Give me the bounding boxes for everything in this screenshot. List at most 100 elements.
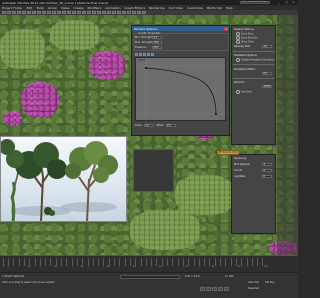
render-icon[interactable] [142,11,146,14]
reset-curve-icon[interactable] [151,53,154,56]
persistent-offset-field[interactable]: 0.0 [262,72,272,75]
scale-icon[interactable] [57,11,61,14]
go-to-end-icon[interactable] [224,287,229,291]
menu-item[interactable]: Help [226,6,233,10]
layers-icon[interactable] [107,11,111,14]
rotate-icon[interactable] [52,11,56,14]
distance-field[interactable]: 60.0 [152,46,162,49]
dialog-close-button[interactable]: × [224,26,228,31]
render-frame-icon[interactable] [137,11,141,14]
menu-item[interactable]: Rendering [149,6,164,10]
menu-item[interactable]: Modifiers [88,6,102,10]
timeline-label: 10 [27,266,31,268]
maximize-button[interactable]: □ [284,0,289,4]
scale-label: Scale: [135,123,142,127]
menu-item[interactable]: Graph Editors [125,6,146,10]
menu-item[interactable]: Animation [105,6,120,10]
move-point-icon[interactable] [135,53,138,56]
unlink-icon[interactable] [17,11,21,14]
undo-icon[interactable] [2,11,6,14]
minimize-button[interactable]: _ [277,0,282,4]
render-setup-icon[interactable] [132,11,136,14]
spawning-title: Spawning [234,157,247,160]
named-sets-icon[interactable] [92,11,96,14]
align-icon[interactable] [102,11,106,14]
divider [233,51,275,52]
material-editor-icon[interactable] [127,11,131,14]
menu-item[interactable]: Create [74,6,84,10]
pivot-icon[interactable] [67,11,71,14]
menu-item[interactable]: Project Folder [2,6,23,10]
select-icon[interactable] [27,11,31,14]
count-field[interactable]: 1 [262,169,272,172]
min-strength-label: Min. Strength: [135,36,153,39]
persistent-options-title: Persistent Options [234,54,257,57]
schematic-icon[interactable] [122,11,126,14]
dialog-title: Particle Options [132,26,229,31]
menu-item[interactable]: Customize [187,6,203,10]
menu-item[interactable]: Views [61,6,70,10]
rect-select-icon[interactable] [37,11,41,14]
falloff-curve-graph[interactable]: Falloff [135,57,227,122]
timeline-label: 60 [159,266,162,268]
foliage-clump [175,175,235,215]
auto-key-button[interactable]: Auto Key [248,281,259,284]
scale-point-icon[interactable] [139,53,142,56]
prev-frame-icon[interactable] [206,287,211,291]
offset-field[interactable]: 0.0 [165,123,176,127]
timeline[interactable]: 0 10 20 30 40 50 60 70 80 90 100 [0,255,298,272]
delete-point-icon[interactable] [147,53,150,56]
go-to-start-icon[interactable] [200,287,205,291]
max-strength-field[interactable]: 10.0 [152,41,162,44]
curve-editor-icon[interactable] [117,11,121,14]
insert-point-icon[interactable] [143,53,146,56]
timeline-label: 90 [237,266,241,268]
play-icon[interactable] [212,287,217,291]
close-button[interactable]: × [291,0,296,4]
mirror-icon[interactable] [97,11,101,14]
spacing-field[interactable]: 1.0 [262,45,272,48]
menu-item[interactable]: MAXScript [207,6,222,10]
viewport-object-label[interactable]: PF Source 001 [217,150,239,155]
foliage-clump [130,210,200,250]
render-frame-window[interactable] [0,136,127,222]
snap-icon[interactable] [72,11,76,14]
search-input[interactable]: Type a keyword or phrase [240,1,270,4]
select-by-name-icon[interactable] [32,11,36,14]
scale-field[interactable]: 1.0 [143,123,154,127]
disable-persistent-option[interactable]: Disable Persistent Simulation [236,58,275,62]
use-seed-option[interactable]: Use Seed [236,90,252,94]
ref-coord-icon[interactable] [62,11,66,14]
window-crossing-icon[interactable] [42,11,46,14]
key-filter-dropdown[interactable]: Selected [248,287,259,290]
set-key-button[interactable]: Set Key [265,281,274,284]
menu-item[interactable]: Group [48,6,57,10]
graphite-icon[interactable] [112,11,116,14]
show-ticks-option[interactable]: Show Ticks [236,40,254,44]
timeline-label: 0 [3,266,5,268]
spinner-snap-icon[interactable] [87,11,91,14]
status-bar: 1 Object Selected Click and drag to sele… [0,272,298,298]
max-strength-label: Max. Strength: [135,41,154,44]
flower-cluster [21,82,59,118]
coordinate-fields[interactable] [120,275,180,279]
menu-item[interactable]: Civil View [168,6,182,10]
timeline-ticks[interactable] [3,258,268,266]
redo-icon[interactable] [7,11,11,14]
timeline-label: 20 [54,266,57,268]
menu-item[interactable]: Edit [27,6,33,10]
angle-snap-icon[interactable] [77,11,81,14]
move-icon[interactable] [47,11,51,14]
lag-rate-field[interactable]: 0 [262,175,272,178]
seed-field[interactable]: 12345 [262,85,272,88]
next-frame-icon[interactable] [218,287,223,291]
percent-snap-icon[interactable] [82,11,86,14]
display-options-title: Display Options [234,28,254,31]
min-strength-field[interactable]: 0.0 [152,36,162,39]
max-spawns-field[interactable]: 3 [262,163,272,166]
link-icon[interactable] [12,11,16,14]
frame-readout: 0 / 100 [225,275,234,278]
menu-item[interactable]: Tools [36,6,43,10]
group-label: Growth Properties [137,32,162,35]
bind-icon[interactable] [22,11,26,14]
